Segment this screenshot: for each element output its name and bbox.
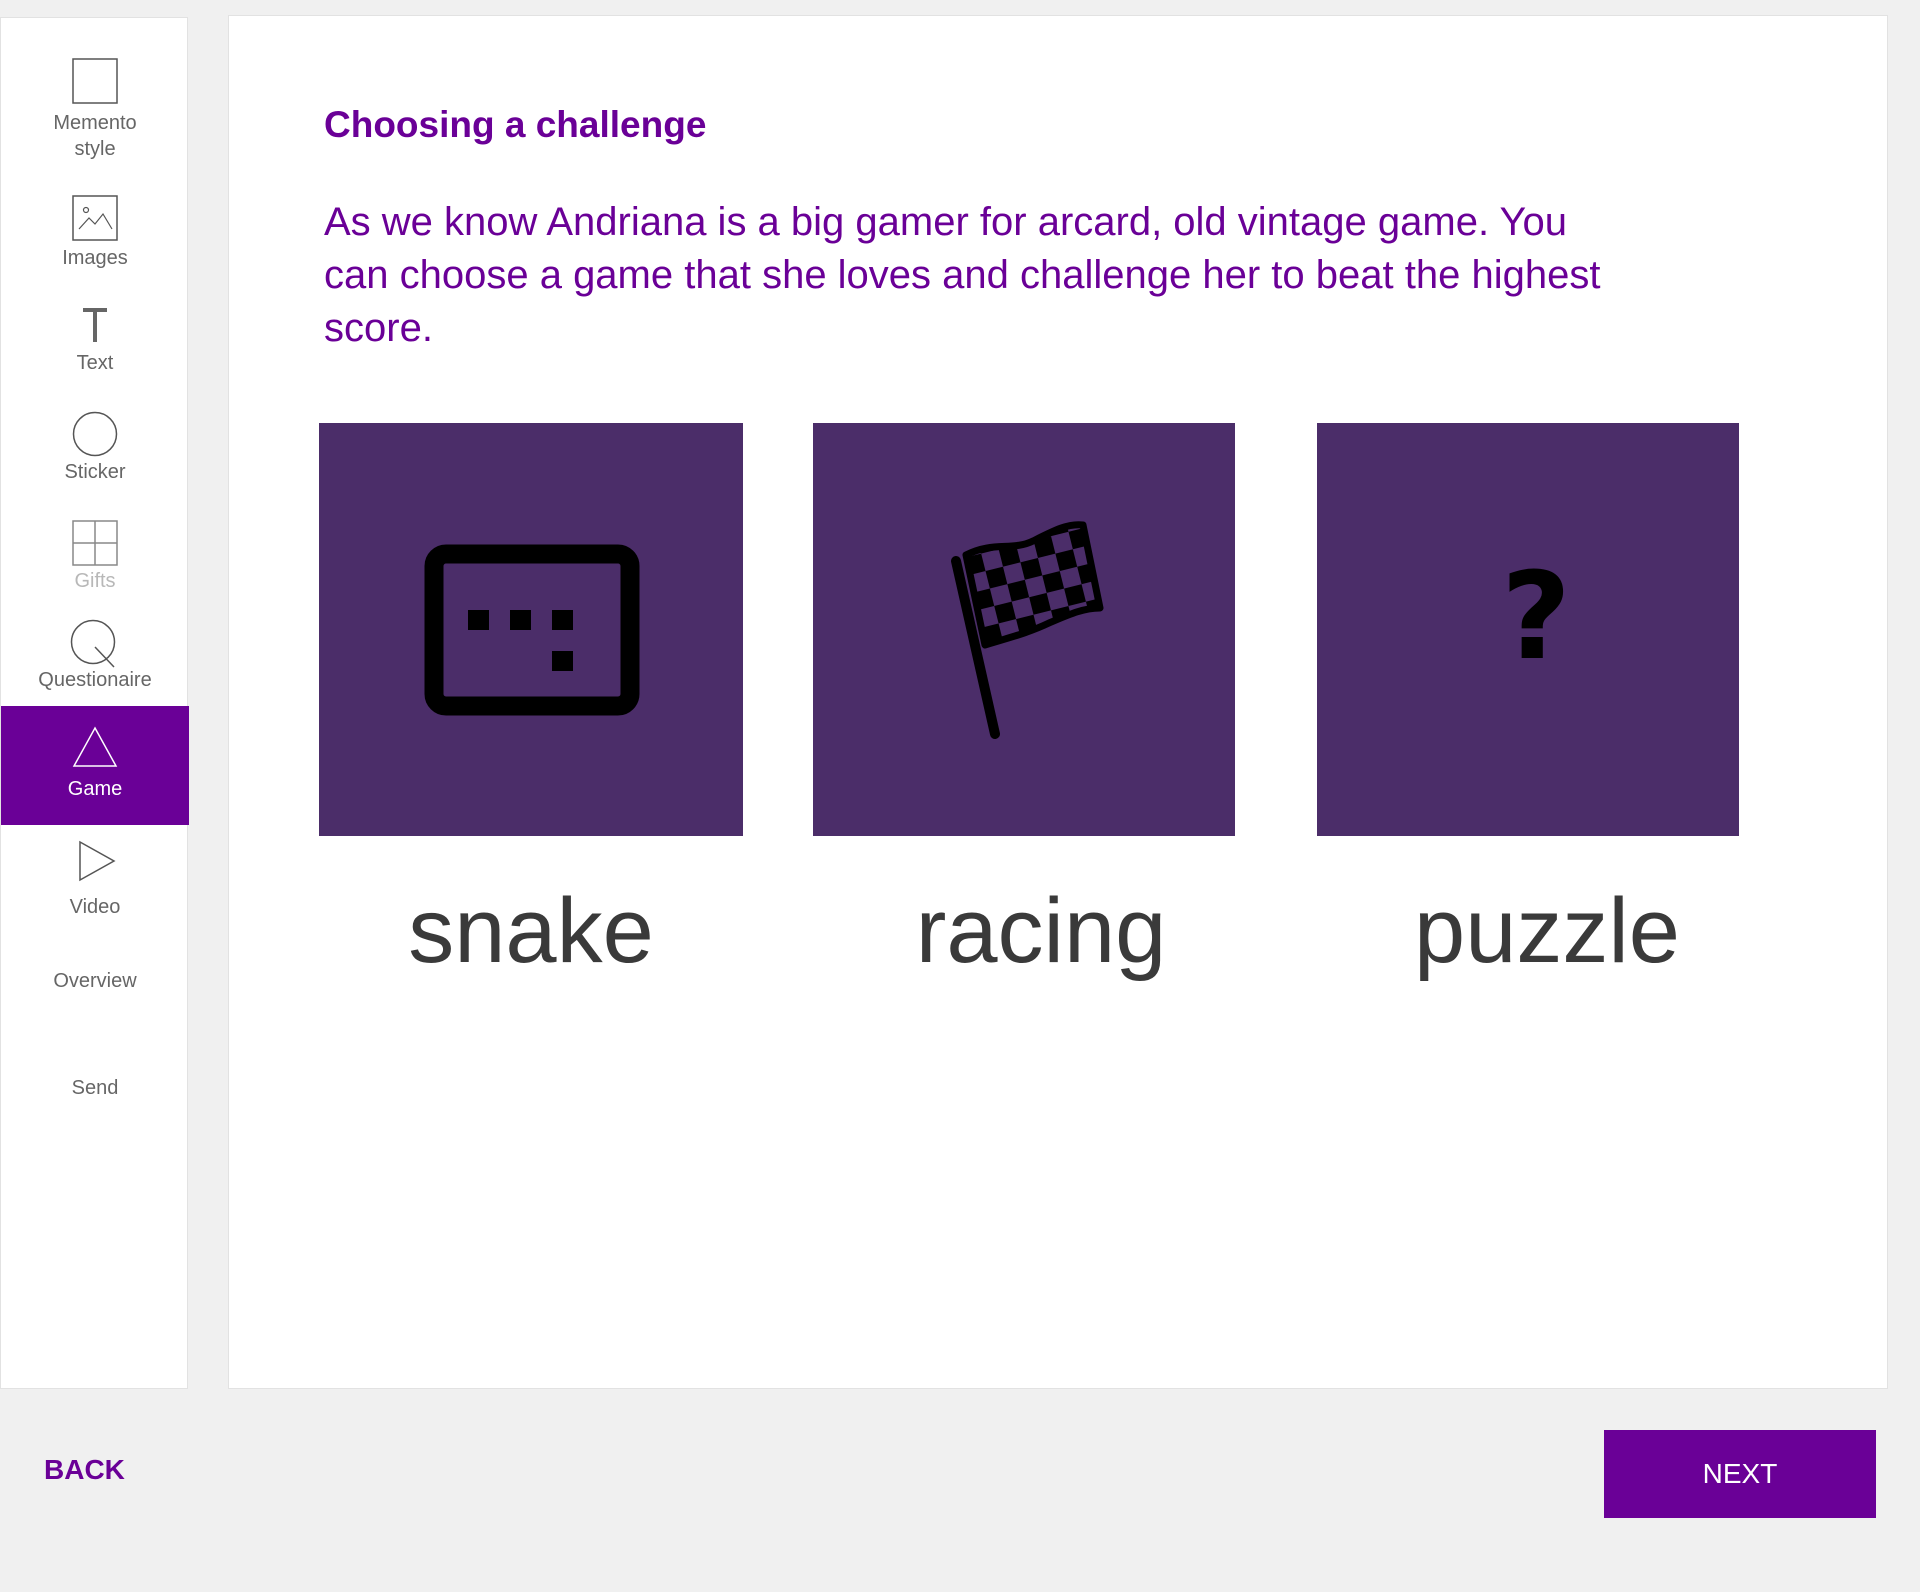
next-button[interactable]: NEXT (1604, 1430, 1876, 1518)
intro-text: As we know Andriana is a big gamer for a… (324, 200, 1601, 350)
sidebar-item-images[interactable]: Images (1, 195, 189, 271)
sidebar-item-label: Gifts (74, 570, 116, 592)
circle-icon (72, 411, 118, 457)
game-card-puzzle[interactable]: ? (1317, 423, 1739, 836)
grid-icon (72, 520, 118, 566)
sidebar-item-gifts[interactable]: Gifts (1, 520, 189, 594)
sidebar-nav: Memento style Images Text Sticker Gifts (0, 17, 189, 1389)
sidebar-item-questionaire[interactable]: Questionaire (1, 619, 189, 693)
game-label-snake[interactable]: snake (319, 876, 743, 986)
sidebar-item-label: Game (67, 778, 123, 800)
sidebar-item-video[interactable]: Video (1, 838, 189, 920)
checkered-flag-icon (951, 521, 1104, 739)
triangle-icon (72, 726, 118, 767)
svg-text:?: ? (1501, 548, 1571, 687)
sidebar-item-label: Questionaire (38, 669, 152, 691)
sidebar-item-label: Memento style (53, 112, 137, 160)
page-title: Choosing a challenge (324, 104, 707, 145)
back-button[interactable]: BACK (44, 1454, 125, 1486)
game-label-puzzle[interactable]: puzzle (1335, 876, 1759, 986)
square-icon (72, 58, 118, 104)
game-card-snake[interactable] (319, 423, 743, 836)
main-panel: Choosing a challenge As we know Andriana… (228, 15, 1888, 1389)
sidebar-item-overview[interactable]: Overview (1, 968, 189, 994)
sidebar-item-send[interactable]: Send (1, 1075, 189, 1101)
play-icon (79, 840, 116, 882)
sidebar-item-label: Send (71, 1077, 119, 1099)
sidebar-item-label: Sticker (64, 461, 126, 483)
image-icon (72, 195, 118, 241)
text-icon (83, 308, 107, 342)
sidebar-item-text[interactable]: Text (1, 302, 189, 376)
sidebar-item-label: Text (76, 352, 114, 374)
game-label-racing[interactable]: racing (813, 876, 1269, 986)
question-mark-icon: ? (1501, 548, 1571, 687)
sidebar-item-label: Video (69, 896, 121, 918)
sidebar-item-memento-style[interactable]: Memento style (1, 58, 189, 162)
sidebar-item-sticker[interactable]: Sticker (1, 411, 189, 485)
game-card-racing[interactable] (813, 423, 1235, 836)
sidebar-item-label: Images (62, 247, 128, 269)
sidebar-item-game[interactable]: Game (1, 706, 189, 825)
magnifier-icon (70, 619, 116, 668)
keyboard-icon (424, 544, 640, 716)
sidebar-item-label: Overview (53, 970, 137, 992)
